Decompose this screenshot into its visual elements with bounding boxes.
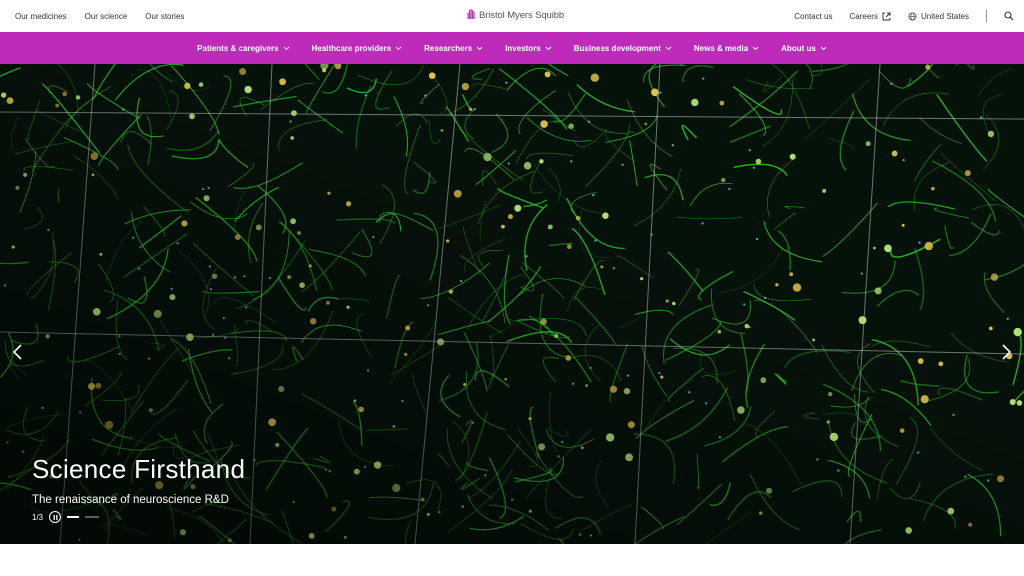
nav-business-development[interactable]: Business development bbox=[563, 44, 683, 53]
nav-about-us[interactable]: About us bbox=[770, 44, 838, 53]
hero-carousel[interactable]: Science Firsthand The renaissance of neu… bbox=[0, 64, 1024, 544]
chevron-down-icon bbox=[283, 46, 289, 50]
nav-label: Patients & caregivers bbox=[197, 43, 279, 53]
our-medicines-link[interactable]: Our medicines bbox=[15, 12, 67, 21]
careers-link[interactable]: Careers bbox=[850, 12, 891, 21]
nav-label: News & media bbox=[693, 43, 749, 53]
nav-label: Healthcare providers bbox=[311, 43, 392, 53]
logo-text: Bristol Myers Squibb bbox=[479, 10, 565, 21]
chevron-down-icon bbox=[665, 46, 672, 50]
page-footer-space bbox=[0, 544, 1024, 576]
hand-logo-icon bbox=[466, 8, 476, 23]
nav-label: About us bbox=[781, 43, 816, 53]
divider bbox=[986, 10, 987, 22]
chevron-down-icon bbox=[545, 46, 552, 50]
hero-title: Science Firsthand bbox=[32, 454, 246, 484]
nav-researchers[interactable]: Researchers bbox=[413, 44, 494, 53]
nav-label: Business development bbox=[573, 43, 661, 53]
region-label: United States bbox=[920, 11, 969, 21]
brand-logo[interactable]: Bristol Myers Squibb bbox=[466, 8, 564, 23]
nav-label: Researchers bbox=[424, 43, 473, 53]
main-navigation: Patients & caregivers Healthcare provide… bbox=[0, 32, 1024, 64]
hero-subtitle: The renaissance of neuroscience R&D bbox=[32, 494, 229, 506]
chevron-right-icon[interactable] bbox=[998, 344, 1014, 360]
careers-label: Careers bbox=[849, 11, 878, 21]
nav-healthcare-providers[interactable]: Healthcare providers bbox=[301, 44, 414, 53]
search-icon[interactable] bbox=[1004, 11, 1014, 21]
slide-indicator-active[interactable] bbox=[67, 516, 80, 518]
slide-indicator[interactable] bbox=[85, 516, 100, 518]
chevron-down-icon bbox=[476, 46, 483, 50]
slide-counter: 1/3 bbox=[32, 512, 44, 522]
external-link-icon bbox=[882, 12, 891, 20]
nav-patients-caregivers[interactable]: Patients & caregivers bbox=[186, 44, 300, 53]
chevron-left-icon[interactable] bbox=[10, 344, 26, 360]
our-science-link[interactable]: Our science bbox=[85, 12, 128, 21]
utility-links: Our medicines Our science Our stories bbox=[0, 12, 184, 21]
chevron-down-icon bbox=[752, 46, 759, 50]
utility-right: Contact us Careers United States bbox=[794, 0, 1014, 32]
our-stories-link[interactable]: Our stories bbox=[145, 12, 184, 21]
carousel-controls: 1/3 bbox=[32, 511, 100, 523]
chevron-down-icon bbox=[820, 46, 827, 50]
nav-investors[interactable]: Investors bbox=[494, 44, 563, 53]
globe-icon bbox=[908, 11, 917, 21]
top-utility-bar: Our medicines Our science Our stories Br… bbox=[0, 0, 1024, 32]
hero-caption: Science Firsthand The renaissance of neu… bbox=[32, 454, 245, 506]
region-selector[interactable]: United States bbox=[908, 12, 969, 21]
contact-us-link[interactable]: Contact us bbox=[794, 12, 832, 21]
nav-news-media[interactable]: News & media bbox=[683, 44, 770, 53]
pause-icon[interactable] bbox=[49, 511, 62, 523]
chevron-down-icon bbox=[395, 46, 402, 50]
nav-label: Investors bbox=[505, 43, 541, 53]
